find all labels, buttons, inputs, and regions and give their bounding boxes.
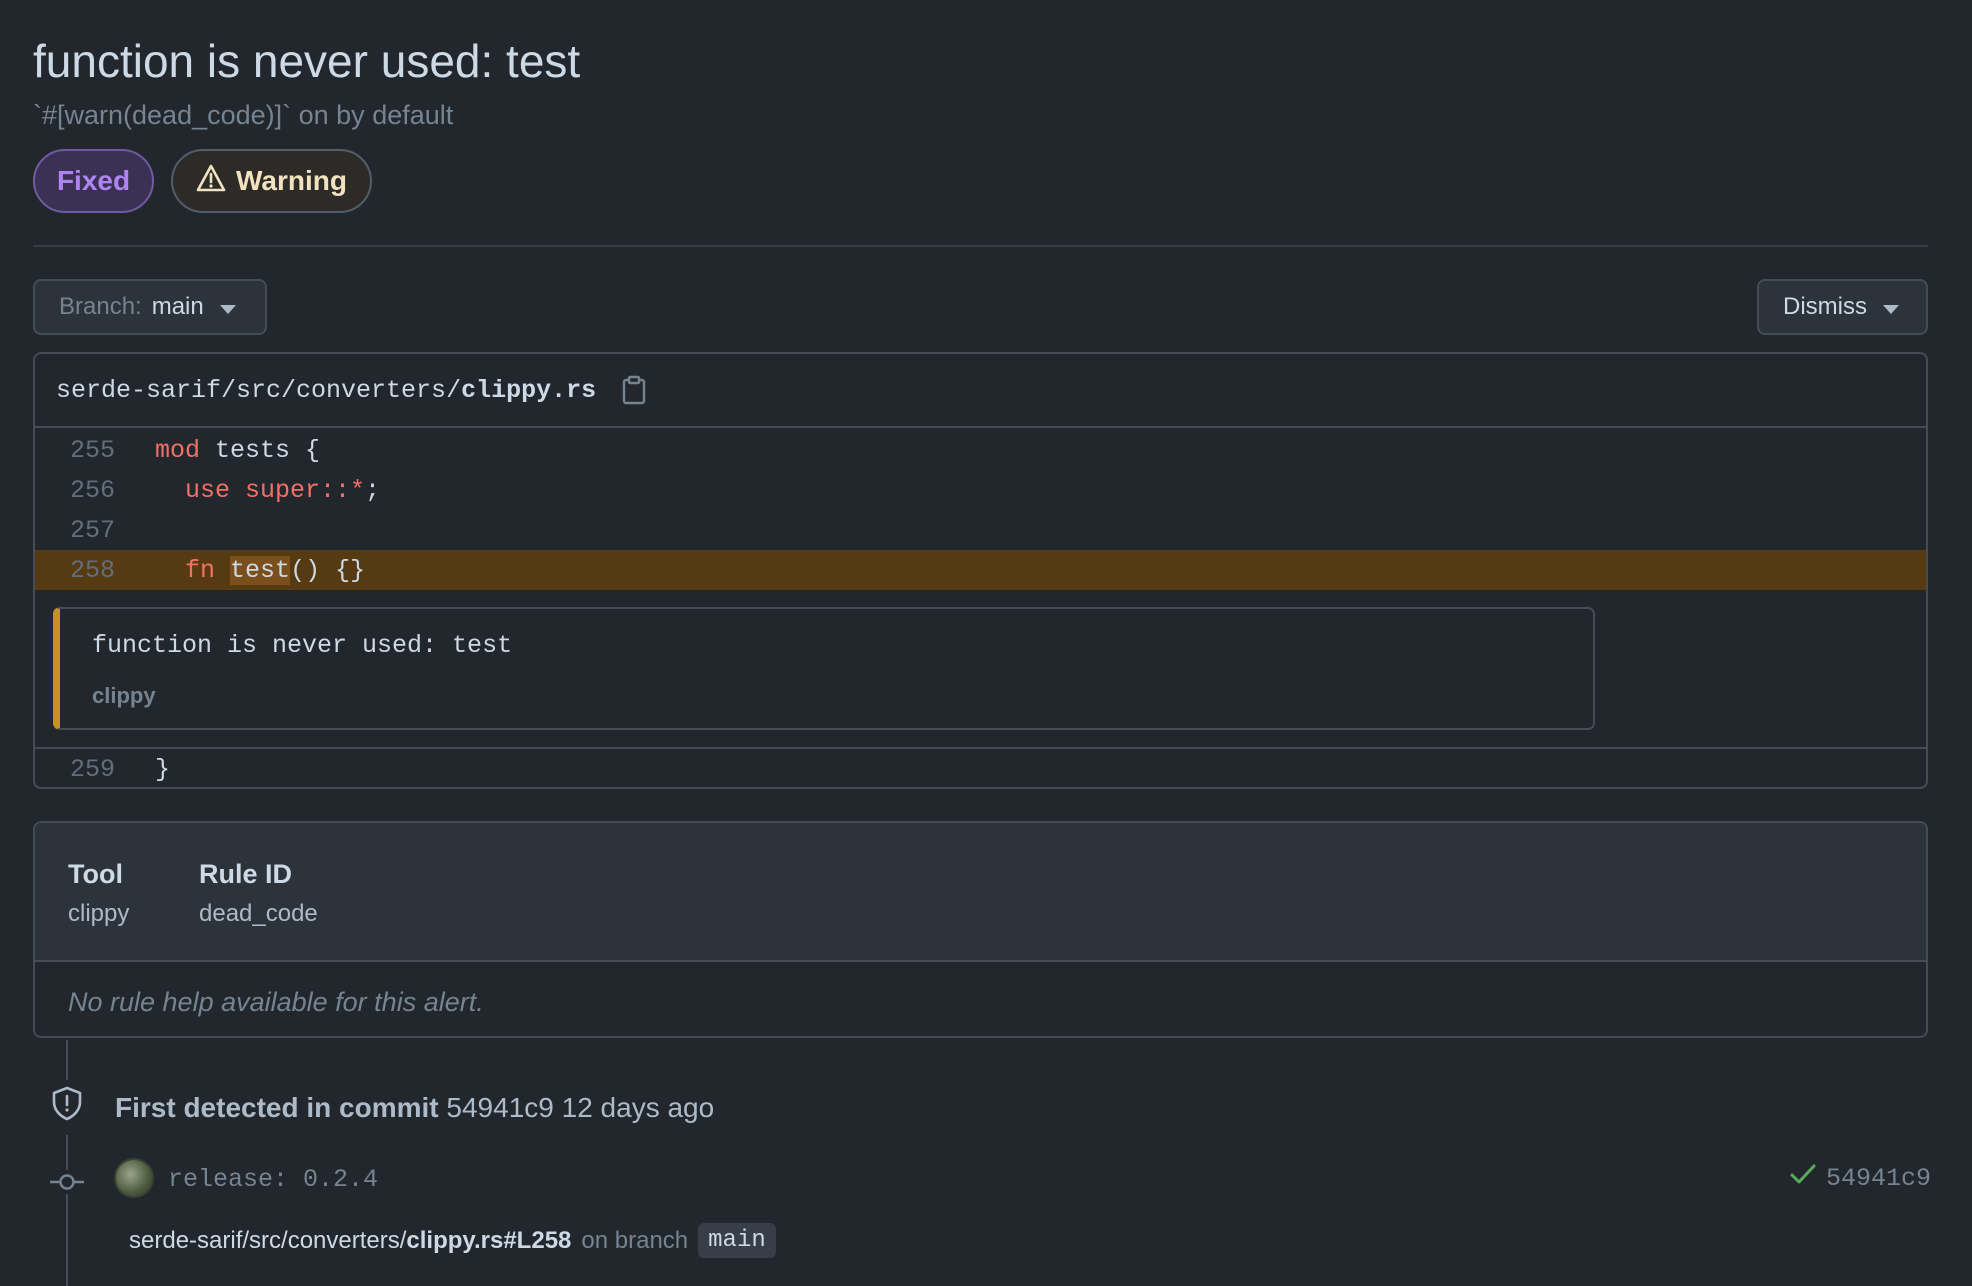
branch-select-button[interactable]: Branch: main bbox=[33, 279, 267, 335]
location-file: clippy.rs#L258 bbox=[406, 1226, 572, 1254]
avatar[interactable] bbox=[114, 1158, 154, 1198]
branch-value: main bbox=[151, 293, 204, 320]
annotation-message: function is never used: test bbox=[92, 631, 513, 660]
location-link[interactable]: serde-sarif/src/converters/clippy.rs#L25… bbox=[129, 1227, 571, 1255]
severity-badge: Warning bbox=[171, 149, 372, 213]
code-line: 256 use super::*; bbox=[35, 470, 1926, 510]
check-icon bbox=[1790, 1163, 1816, 1193]
dismiss-label: Dismiss bbox=[1783, 293, 1867, 320]
timeline-connector bbox=[66, 1135, 68, 1286]
line-number: 255 bbox=[69, 435, 115, 465]
alert-subtitle: `#[warn(dead_code)]` on by default bbox=[33, 100, 454, 130]
rule-info-summary: Tool clippy Rule ID dead_code bbox=[35, 823, 1926, 962]
shield-icon bbox=[50, 1085, 84, 1126]
code-scanning-alert-page: function is never used: test `#[warn(dea… bbox=[0, 0, 1972, 1286]
status-badge-label: Fixed bbox=[56, 165, 131, 196]
status-badge: Fixed bbox=[33, 149, 154, 213]
first-detected-text: First detected in commit 54941c9 12 days… bbox=[115, 1092, 714, 1124]
code-line: 255 mod tests { bbox=[35, 430, 1926, 470]
line-number: 259 bbox=[69, 754, 115, 784]
line-number: 256 bbox=[69, 475, 115, 505]
dismiss-button[interactable]: Dismiss bbox=[1757, 279, 1928, 335]
file-path-prefix: serde-sarif/src/converters/ bbox=[56, 375, 462, 405]
line-number: 258 bbox=[69, 555, 115, 585]
tool-label: Tool bbox=[68, 859, 123, 889]
first-detected-detail[interactable]: 54941c9 12 days ago bbox=[446, 1092, 714, 1123]
commit-status[interactable]: 54941c9 bbox=[1790, 1163, 1931, 1193]
line-number: 257 bbox=[69, 515, 115, 545]
git-commit-icon bbox=[50, 1170, 84, 1199]
rule-info-panel: Tool clippy Rule ID dead_code No rule he… bbox=[33, 821, 1928, 1038]
on-branch-label: on branch bbox=[581, 1226, 689, 1254]
tool-value: clippy bbox=[68, 900, 130, 927]
page-title: function is never used: test bbox=[33, 35, 581, 87]
branch-label: Branch: bbox=[59, 293, 142, 320]
alert-annotation: function is never used: test clippy bbox=[53, 607, 1595, 730]
code-line: 257 bbox=[35, 510, 1926, 550]
timeline-connector bbox=[66, 1040, 68, 1080]
severity-badge-label: Warning bbox=[236, 165, 347, 196]
chevron-down-icon bbox=[1883, 304, 1899, 314]
commit-message[interactable]: release: 0.2.4 bbox=[168, 1165, 378, 1194]
code-snippet: serde-sarif/src/converters/clippy.rs 255… bbox=[33, 352, 1928, 789]
line-code: fn test() {} bbox=[185, 555, 366, 585]
line-code: use super::*; bbox=[185, 475, 381, 505]
highlighted-code-line: 258 fn test() {} bbox=[35, 550, 1926, 590]
rule-id-column: Rule ID dead_code bbox=[199, 859, 318, 928]
line-code: mod tests { bbox=[155, 435, 321, 465]
branch-pill: main bbox=[698, 1223, 776, 1258]
copy-clipboard-icon[interactable] bbox=[622, 375, 646, 405]
rule-id-value: dead_code bbox=[199, 900, 318, 927]
commit-sha: 54941c9 bbox=[1826, 1163, 1932, 1193]
header-divider bbox=[33, 245, 1928, 247]
code-line: 259 } bbox=[35, 749, 1926, 787]
chevron-down-icon bbox=[219, 304, 236, 314]
tool-column: Tool clippy bbox=[68, 859, 129, 928]
location-path-prefix: serde-sarif/src/converters/ bbox=[129, 1226, 407, 1254]
file-path[interactable]: serde-sarif/src/converters/clippy.rs bbox=[56, 376, 596, 405]
rule-id-label: Rule ID bbox=[199, 859, 293, 889]
file-path-header: serde-sarif/src/converters/clippy.rs bbox=[35, 354, 1926, 428]
annotation-tool: clippy bbox=[92, 683, 156, 708]
file-name: clippy.rs bbox=[461, 375, 597, 405]
warning-icon bbox=[196, 164, 226, 199]
highlighted-token: test bbox=[230, 555, 291, 585]
line-code: } bbox=[155, 754, 171, 784]
first-detected-label: First detected in commit bbox=[115, 1092, 439, 1123]
location-line: serde-sarif/src/converters/clippy.rs#L25… bbox=[129, 1223, 776, 1258]
rule-help-text: No rule help available for this alert. bbox=[68, 987, 484, 1017]
